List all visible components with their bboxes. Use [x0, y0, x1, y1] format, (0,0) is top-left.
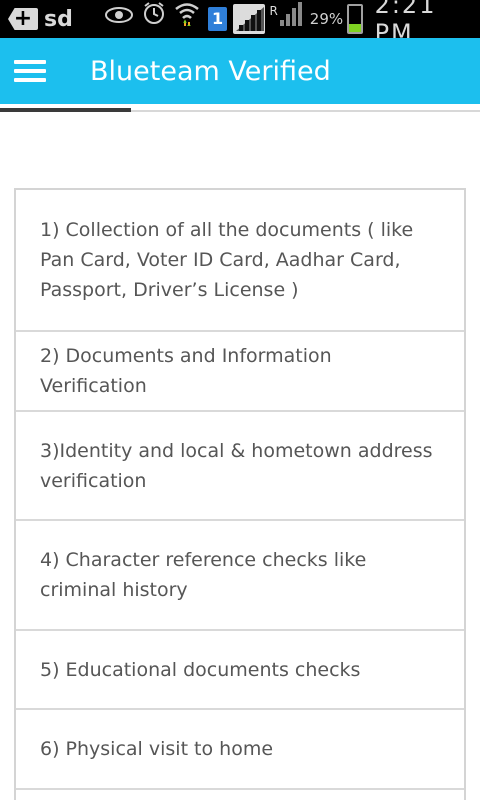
list-item-label: 6) Physical visit to home [40, 738, 274, 760]
status-right: 1 R 29% 2:21 PM [104, 0, 480, 47]
list-item-label: 4) Character reference checks like crimi… [40, 549, 367, 601]
tab-strip [0, 104, 480, 114]
roaming-label: R [269, 4, 278, 18]
app-bar: Blueteam Verified [0, 38, 480, 104]
signal-icon [233, 4, 266, 34]
list-item-label: 2) Documents and Information Verificatio… [40, 345, 332, 397]
list-item-label: 5) Educational documents checks [40, 658, 361, 681]
eye-icon [104, 0, 134, 38]
status-bar: + sd 1 R 29% 2:21 PM [0, 0, 480, 47]
app-title: Blueteam Verified [90, 55, 331, 87]
verification-steps-list: 1) Collection of all the documents ( lik… [14, 188, 466, 800]
notification-badge: 1 [208, 7, 228, 31]
signal-secondary-icon [279, 0, 304, 39]
list-item[interactable]: 2) Documents and Information Verificatio… [16, 332, 464, 412]
battery-icon [347, 4, 363, 34]
list-item[interactable]: 5) Educational documents checks [16, 631, 464, 710]
hamburger-menu-icon [14, 55, 46, 87]
list-item-label: 3)Identity and local & hometown address … [40, 439, 433, 492]
alarm-icon [142, 0, 166, 38]
list-item[interactable]: 1) Collection of all the documents ( lik… [16, 190, 464, 332]
tab-divider [131, 110, 480, 112]
battery-percent: 29% [309, 10, 344, 28]
battery-fill [349, 24, 361, 32]
storage-label: sd [44, 6, 73, 32]
status-left: + sd [0, 7, 73, 32]
menu-button[interactable] [0, 38, 60, 104]
list-item-label: 1) Collection of all the documents ( lik… [40, 219, 414, 301]
tab-indicator [0, 108, 131, 112]
add-icon: + [8, 8, 38, 30]
list-item[interactable]: 3)Identity and local & hometown address … [16, 412, 464, 521]
list-item[interactable]: 4) Character reference checks like crimi… [16, 521, 464, 631]
wifi-icon [174, 0, 200, 39]
list-item[interactable]: 6) Physical visit to home [16, 710, 464, 790]
